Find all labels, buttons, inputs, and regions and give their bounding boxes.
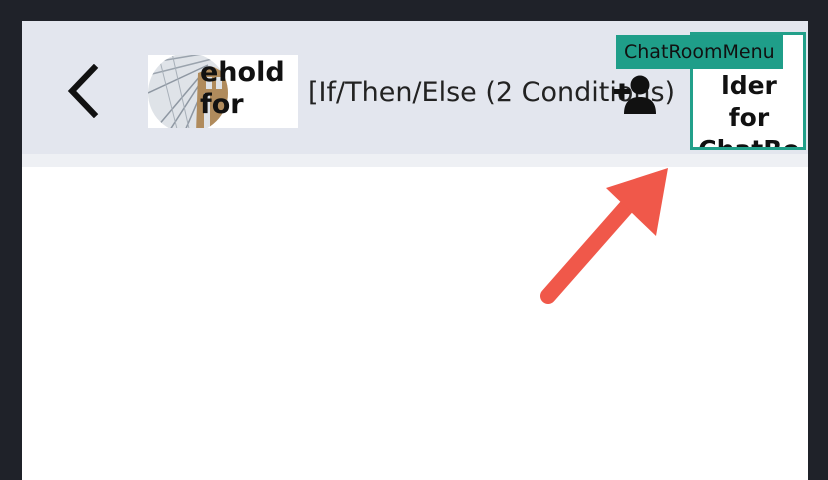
header-divider (22, 154, 808, 167)
avatar-alt-text: ehold for (200, 57, 285, 120)
chat-room-menu-label: ChatRoomMenu (616, 35, 783, 69)
chat-content-area (22, 167, 808, 480)
add-user-button[interactable] (612, 74, 658, 116)
chevron-left-icon (67, 64, 99, 118)
app-window: ehold for [If/Then/Else (2 Conditions) l… (22, 21, 808, 480)
back-button[interactable] (60, 63, 106, 119)
add-user-icon (614, 75, 656, 114)
chat-header: ehold for [If/Then/Else (2 Conditions) l… (22, 21, 808, 154)
menu-alt-text: lder for ChatRo M (698, 71, 800, 150)
avatar[interactable]: ehold for (148, 55, 298, 128)
